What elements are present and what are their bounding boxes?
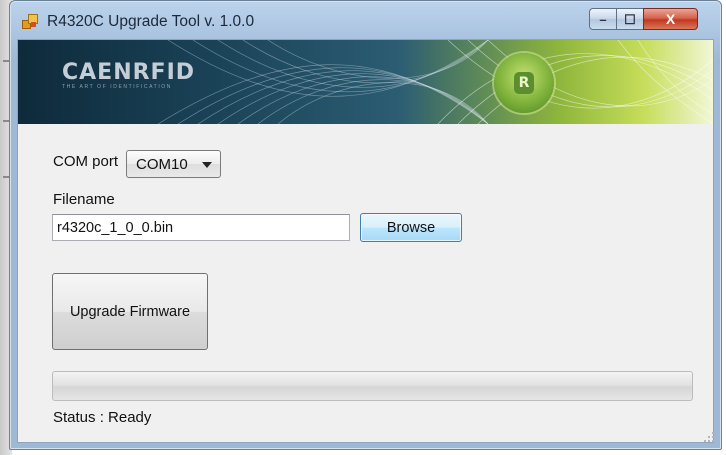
rfid-logo-letter: R [514,72,534,94]
browse-button[interactable]: Browse [360,213,462,242]
com-port-value: COM10 [136,156,188,173]
filename-value: r4320c_1_0_0.bin [57,220,174,236]
dropdown-arrow-icon [202,162,212,168]
title-bar[interactable]: R4320C Upgrade Tool v. 1.0.0 – ☐ X [10,1,721,39]
close-button[interactable]: X [643,8,698,30]
maximize-icon: ☐ [624,11,636,27]
browse-button-label: Browse [386,219,436,236]
caenrfid-logo: CAENRFID [62,60,196,85]
com-port-select[interactable]: COM10 [126,150,221,178]
rfid-logo-icon: R [494,53,554,113]
close-icon: X [665,11,676,27]
window-title: R4320C Upgrade Tool v. 1.0.0 [47,13,255,30]
upgrade-firmware-label: Upgrade Firmware [69,303,191,320]
minimize-icon: – [599,11,607,27]
filename-input[interactable]: r4320c_1_0_0.bin [52,214,350,241]
upgrade-progress-bar [52,371,693,401]
app-icon [22,14,38,29]
brand-tagline: THE ART OF IDENTIFICATION [62,84,173,90]
minimize-button[interactable]: – [589,8,617,30]
filename-label: Filename [53,191,115,208]
com-port-label: COM port [53,153,119,170]
status-text: Status : Ready [53,409,152,426]
resize-grip-icon[interactable] [704,432,714,442]
maximize-button[interactable]: ☐ [616,8,644,30]
header-banner: CAENRFID THE ART OF IDENTIFICATION R [18,40,713,124]
upgrade-firmware-button[interactable]: Upgrade Firmware [52,273,208,350]
